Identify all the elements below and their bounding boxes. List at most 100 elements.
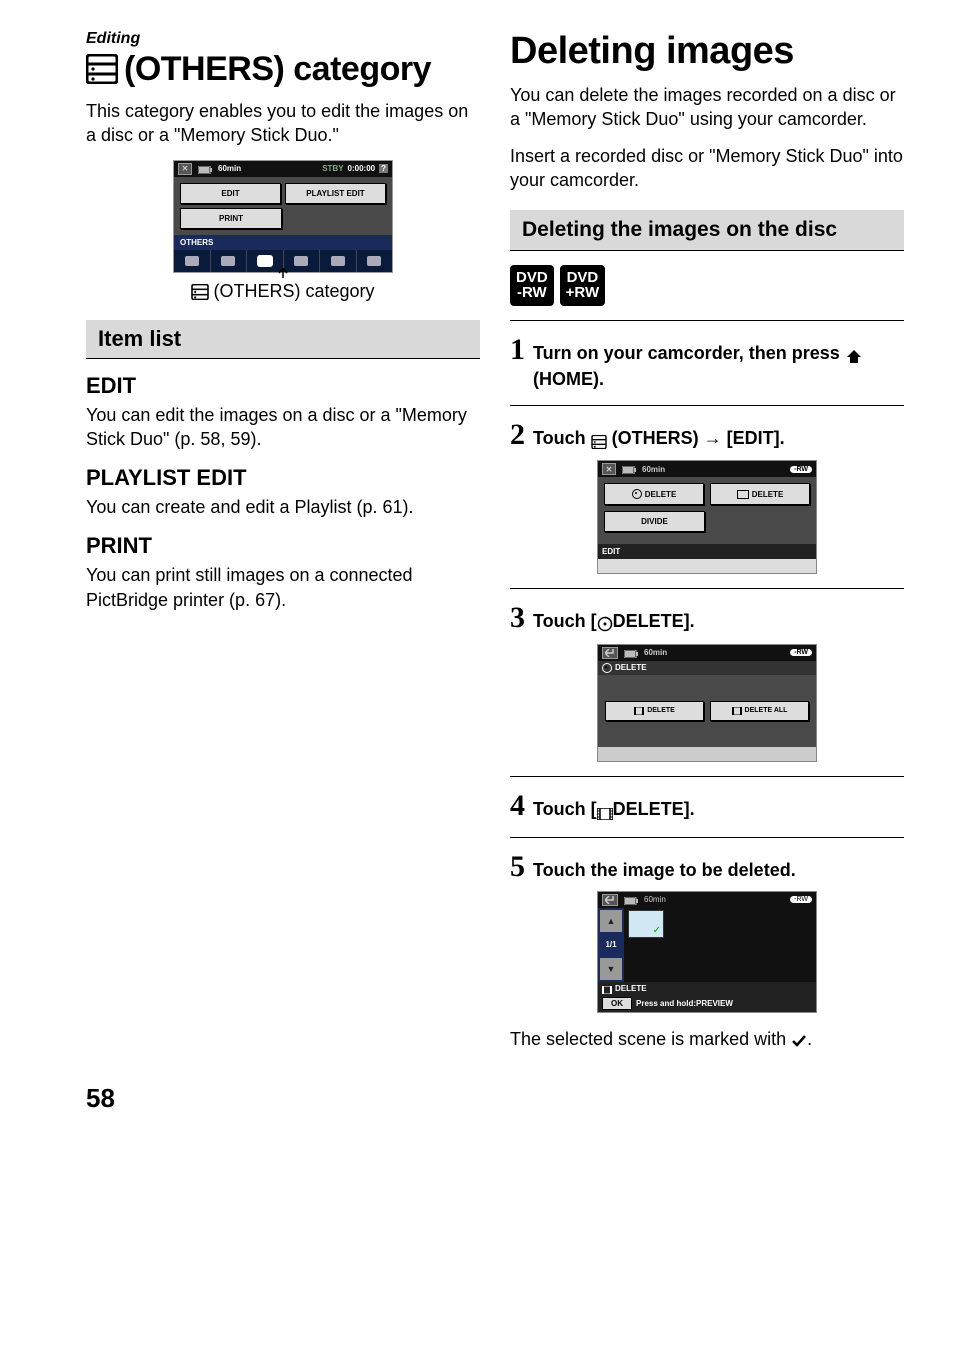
disc-badges: DVD-RW DVD+RW [510,265,904,306]
print-button[interactable]: PRINT [180,208,282,229]
intro-text: This category enables you to edit the im… [86,99,480,148]
disc-type-badge: -RW [790,896,812,903]
others-menu-screenshot: ✕ 60min STBY 0:00:00 ? EDIT PLAYLIST EDI… [173,160,393,273]
intro2: Insert a recorded disc or "Memory Stick … [510,144,904,193]
close-icon[interactable]: ✕ [602,463,616,475]
others-label: OTHERS [174,235,392,250]
disc-icon [597,612,613,635]
scroll-up-button[interactable]: ▲ [600,910,622,932]
dvd-minus-rw-badge: DVD-RW [510,265,554,306]
page-indicator: 1/1 [598,934,624,956]
disc-type-badge: -RW [790,649,812,656]
category-icon[interactable] [185,256,199,266]
category-icon[interactable] [294,256,308,266]
step-number: 2 [510,420,525,450]
delete-all-button[interactable]: DELETE ALL [710,701,809,721]
scroll-down-button[interactable]: ▼ [600,958,622,980]
battery-text: 60min [218,164,241,173]
edit-label: EDIT [598,544,816,559]
step-1: 1 Turn on your camcorder, then press (HO… [510,335,904,391]
checkmark-icon: ✓ [653,925,661,936]
select-image-screenshot: 60min -RW ▲ 1/1 ▼ ✓ DELETE [597,891,817,1013]
step-3: 3 Touch [DELETE]. [510,603,904,635]
step-2: 2 Touch (OTHERS) → [EDIT]. [510,420,904,452]
film-icon [634,707,644,715]
battery-icon [198,164,212,174]
page-title-left: (OTHERS) category [124,50,431,89]
home-icon [845,344,863,367]
time-text: 0:00:00 [348,164,376,173]
delete-label: DELETE [615,984,647,993]
pointer-arrow-icon [277,266,289,284]
category-icon[interactable] [331,256,345,266]
closing-text: The selected scene is marked with . [510,1027,904,1051]
disc-delete-button[interactable]: DELETE [604,483,704,505]
page-title-right: Deleting images [510,30,904,73]
help-icon[interactable]: ? [379,164,388,173]
item-list-heading: Item list [86,320,480,359]
back-icon[interactable] [602,647,618,659]
battery-text: 60min [642,465,665,474]
playlist-edit-desc: You can create and edit a Playlist (p. 6… [86,495,480,519]
others-icon [191,281,209,302]
edit-button[interactable]: EDIT [180,183,281,204]
step-number: 3 [510,603,525,633]
others-icon [591,429,607,452]
dvd-plus-rw-badge: DVD+RW [560,265,605,306]
step-number: 1 [510,335,525,365]
disc-icon [632,489,642,499]
ms-delete-button[interactable]: DELETE [710,483,810,505]
film-icon [732,707,742,715]
thumbnail-grid[interactable]: ✓ [624,908,816,982]
step-number: 5 [510,852,525,882]
intro1: You can delete the images recorded on a … [510,83,904,132]
back-icon[interactable] [602,894,618,906]
playlist-edit-button[interactable]: PLAYLIST EDIT [285,183,386,204]
step-4: 4 Touch [DELETE]. [510,791,904,823]
right-column: Deleting images You can delete the image… [510,30,904,1063]
battery-icon [622,464,636,474]
battery-text: 60min [644,648,667,657]
edit-desc: You can edit the images on a disc or a "… [86,403,480,452]
ok-button[interactable]: OK [602,997,632,1010]
category-icon[interactable] [221,256,235,266]
category-icon[interactable] [367,256,381,266]
print-heading: PRINT [86,533,480,559]
page-number: 58 [0,1083,954,1138]
subheading: Deleting the images on the disc [510,210,904,251]
left-column: Editing (OTHERS) category This category … [86,30,480,1063]
delete-button[interactable]: DELETE [605,701,704,721]
film-icon [597,800,613,823]
page-title-row: (OTHERS) category [86,50,480,89]
disc-icon [602,663,612,673]
hint-text: Press and hold:PREVIEW [636,999,733,1008]
edit-heading: EDIT [86,373,480,399]
battery-icon [624,648,638,658]
separator [510,405,904,406]
step-number: 4 [510,791,525,821]
screenshot-caption: (OTHERS) category [86,281,480,302]
separator [510,837,904,838]
memorystick-icon [737,490,749,499]
playlist-edit-heading: PLAYLIST EDIT [86,465,480,491]
separator [510,320,904,321]
film-icon [602,984,612,994]
others-icon [86,54,118,86]
battery-icon [624,895,638,905]
battery-text: 60min [644,895,666,904]
edit-menu-screenshot: ✕ 60min -RW DELETE DELETE DIVIDE EDIT [597,460,817,574]
disc-type-badge: -RW [790,466,812,473]
separator [510,776,904,777]
checkmark-icon [791,1029,807,1049]
others-category-icon[interactable] [258,256,272,266]
step-5: 5 Touch the image to be deleted. [510,852,904,882]
close-icon[interactable]: ✕ [178,163,192,175]
thumbnail[interactable]: ✓ [628,910,664,938]
delete-menu-screenshot: 60min -RW DELETE DELETE DELETE ALL [597,644,817,762]
delete-header: DELETE [615,663,647,672]
print-desc: You can print still images on a connecte… [86,563,480,612]
section-breadcrumb: Editing [86,30,480,48]
separator [510,588,904,589]
status-text: STBY [322,164,343,173]
divide-button[interactable]: DIVIDE [604,511,705,532]
